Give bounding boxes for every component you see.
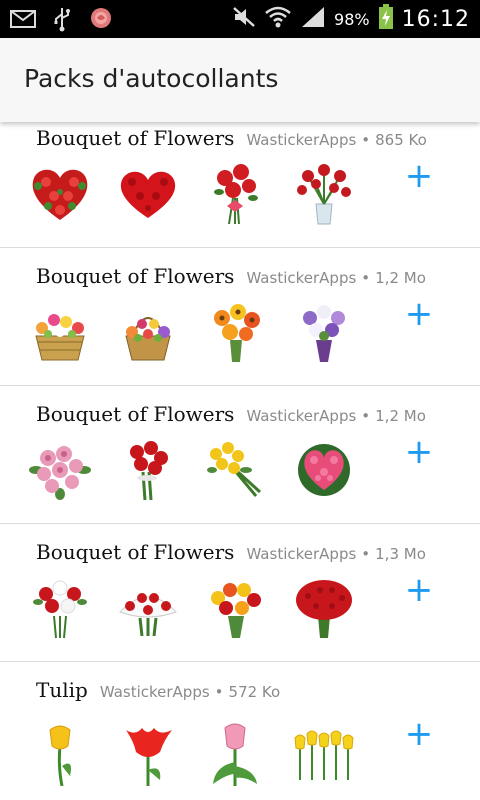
signal-icon	[300, 5, 326, 33]
pack-size: 1,3 Mo	[375, 545, 426, 563]
sticker-pack-list[interactable]: Bouquet of Flowers WastickerApps • 865 Ko …	[0, 110, 480, 800]
pack-meta: WastickerApps • 1,3 Mo	[246, 545, 425, 563]
pack-publisher: WastickerApps	[246, 407, 357, 425]
orange-gerbera-bouquet-icon	[204, 300, 268, 364]
yellow-red-roses-icon	[204, 576, 268, 640]
roses-in-vase-icon	[292, 162, 356, 226]
sticker-pack-item[interactable]: Bouquet of Flowers WastickerApps • 1,2 Mo …	[0, 386, 480, 524]
pack-name: Bouquet of Flowers	[36, 402, 235, 426]
purple-bouquet-icon	[292, 300, 356, 364]
meta-separator: •	[361, 407, 371, 425]
sticker-previews	[28, 300, 356, 364]
sticker-previews	[28, 722, 356, 786]
pack-size: 1,2 Mo	[375, 269, 426, 287]
add-pack-button[interactable]: +	[404, 717, 434, 751]
red-roses-bouquet-icon	[116, 438, 180, 502]
rose-notification-icon	[88, 6, 114, 36]
pack-size: 572 Ko	[228, 683, 281, 701]
mail-icon	[10, 9, 36, 33]
pack-size: 865 Ko	[375, 131, 427, 149]
pack-publisher: WastickerApps	[246, 131, 357, 149]
pack-meta: WastickerApps • 1,2 Mo	[246, 269, 425, 287]
sticker-previews	[28, 438, 356, 502]
pink-tulip-icon	[204, 722, 268, 786]
sticker-pack-item[interactable]: Bouquet of Flowers WastickerApps • 1,2 Mo …	[0, 248, 480, 386]
add-pack-button[interactable]: +	[404, 159, 434, 193]
pack-header: Tulip WastickerApps • 572 Ko	[36, 678, 280, 702]
pack-publisher: WastickerApps	[99, 683, 210, 701]
battery-charging-icon	[378, 4, 394, 34]
yellow-roses-bouquet-icon	[204, 438, 268, 502]
flower-basket-icon	[28, 300, 92, 364]
add-pack-button[interactable]: +	[404, 297, 434, 331]
pack-meta: WastickerApps • 572 Ko	[100, 683, 280, 701]
wifi-icon	[264, 5, 292, 33]
pack-name: Bouquet of Flowers	[36, 540, 235, 564]
red-roses-dome-icon	[292, 576, 356, 640]
red-rose-bouquet-icon	[204, 162, 268, 226]
usb-icon	[52, 6, 72, 36]
pack-header: Bouquet of Flowers WastickerApps • 1,2 Mo	[36, 264, 426, 288]
heart-roses-icon	[28, 162, 92, 226]
red-white-roses-icon	[116, 576, 180, 640]
flower-basket-icon	[116, 300, 180, 364]
meta-separator: •	[361, 545, 371, 563]
pack-publisher: WastickerApps	[246, 545, 357, 563]
sticker-pack-item[interactable]: Bouquet of Flowers WastickerApps • 865 Ko …	[0, 110, 480, 248]
sticker-previews	[28, 162, 356, 226]
sticker-previews	[28, 576, 356, 640]
pack-name: Tulip	[36, 678, 88, 702]
red-tulip-icon	[116, 722, 180, 786]
clock: 16:12	[401, 6, 470, 32]
pack-header: Bouquet of Flowers WastickerApps • 1,2 Mo	[36, 402, 426, 426]
app-bar: Packs d'autocollants	[0, 38, 480, 122]
pink-roses-bouquet-icon	[28, 438, 92, 502]
heart-red-flowers-icon	[116, 162, 180, 226]
pack-meta: WastickerApps • 1,2 Mo	[246, 407, 425, 425]
meta-separator: •	[361, 131, 371, 149]
sticker-pack-item[interactable]: Bouquet of Flowers WastickerApps • 1,3 Mo …	[0, 524, 480, 662]
add-pack-button[interactable]: +	[404, 435, 434, 469]
pack-name: Bouquet of Flowers	[36, 264, 235, 288]
pack-header: Bouquet of Flowers WastickerApps • 1,3 Mo	[36, 540, 426, 564]
red-white-bouquet-icon	[28, 576, 92, 640]
pack-name: Bouquet of Flowers	[36, 126, 235, 150]
pack-publisher: WastickerApps	[246, 269, 357, 287]
meta-separator: •	[361, 269, 371, 287]
sticker-pack-item[interactable]: Tulip WastickerApps • 572 Ko +	[0, 662, 480, 800]
status-bar: 98% 16:12	[0, 0, 480, 38]
meta-separator: •	[214, 683, 224, 701]
pack-meta: WastickerApps • 865 Ko	[246, 131, 426, 149]
pack-header: Bouquet of Flowers WastickerApps • 865 Ko	[36, 126, 427, 150]
pack-size: 1,2 Mo	[375, 407, 426, 425]
yellow-tulips-row-icon	[292, 722, 356, 786]
page-title: Packs d'autocollants	[24, 64, 279, 93]
pink-heart-bouquet-icon	[292, 438, 356, 502]
add-pack-button[interactable]: +	[404, 573, 434, 607]
battery-percent: 98%	[334, 9, 370, 29]
yellow-tulip-icon	[28, 722, 92, 786]
mute-icon	[232, 5, 256, 33]
